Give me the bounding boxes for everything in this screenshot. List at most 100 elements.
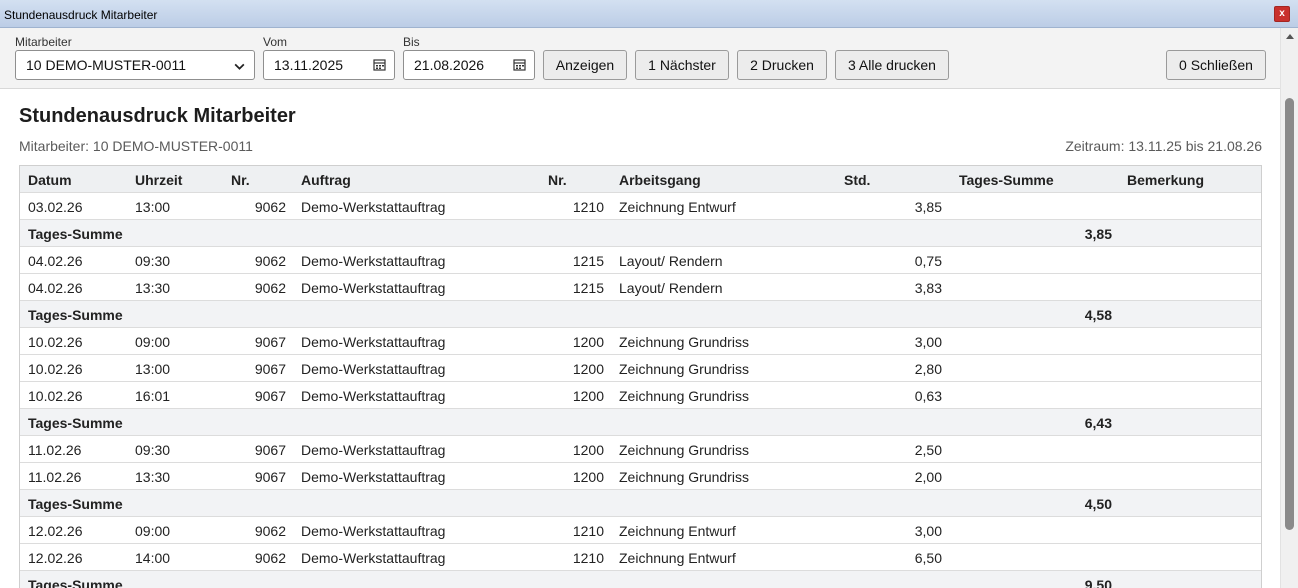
col-tages-summe: Tages-Summe: [959, 172, 1054, 188]
cell-datum: 10.02.26: [28, 361, 83, 377]
cell-nr: 9067: [254, 334, 286, 350]
cell-datum: 12.02.26: [28, 523, 83, 539]
cell-ag-nr: 1200: [572, 361, 604, 377]
cell-datum: 11.02.26: [28, 469, 82, 485]
cell-ag-nr: 1200: [572, 388, 604, 404]
chevron-down-icon: [234, 63, 245, 70]
cell-ag-nr: 1210: [572, 199, 604, 215]
cell-std: 3,00: [914, 523, 942, 539]
cell-uhrzeit: 09:30: [135, 442, 171, 458]
close-icon: x: [1279, 8, 1285, 19]
cell-nr: 9067: [254, 388, 286, 404]
calendar-icon[interactable]: [513, 58, 526, 71]
day-sum-row[interactable]: Tages-Summe 3,85: [20, 220, 1261, 247]
cell-std: 2,00: [914, 469, 942, 485]
day-sum-row[interactable]: Tages-Summe 4,50: [20, 490, 1261, 517]
show-button[interactable]: Anzeigen: [543, 50, 627, 80]
cell-arbeitsgang: Zeichnung Entwurf: [619, 199, 736, 215]
cell-datum: 10.02.26: [28, 334, 83, 350]
cell-auftrag: Demo-Werkstattauftrag: [301, 280, 446, 296]
cell-std: 3,00: [914, 334, 942, 350]
cell-uhrzeit: 09:00: [135, 523, 171, 539]
table-row[interactable]: 10.02.26 16:01 9067 Demo-Werkstattauftrag 12…: [20, 382, 1261, 409]
cell-auftrag: Demo-Werkstattauftrag: [301, 334, 446, 350]
cell-nr: 9062: [254, 280, 286, 296]
day-sum-value: 4,50: [1084, 496, 1112, 512]
col-datum: Datum: [28, 172, 72, 188]
cell-std: 3,83: [914, 280, 942, 296]
table-row[interactable]: 11.02.26 13:30 9067 Demo-Werkstattauftrag 12…: [20, 463, 1261, 490]
day-sum-value: 6,43: [1084, 415, 1112, 431]
cell-nr: 9062: [254, 253, 286, 269]
day-sum-value: 4,58: [1084, 307, 1112, 323]
cell-nr: 9067: [254, 442, 286, 458]
day-sum-row[interactable]: Tages-Summe 4,58: [20, 301, 1261, 328]
cell-arbeitsgang: Layout/ Rendern: [619, 280, 723, 296]
cell-auftrag: Demo-Werkstattauftrag: [301, 469, 446, 485]
cell-arbeitsgang: Zeichnung Entwurf: [619, 523, 736, 539]
day-sum-value: 3,85: [1084, 226, 1112, 242]
calendar-icon[interactable]: [373, 58, 386, 71]
day-sum-label: Tages-Summe: [28, 577, 123, 588]
report-area: Stundenausdruck Mitarbeiter Mitarbeiter:…: [0, 90, 1280, 588]
cell-nr: 9062: [254, 199, 286, 215]
cell-std: 3,85: [914, 199, 942, 215]
day-sum-row[interactable]: Tages-Summe 6,43: [20, 409, 1261, 436]
print-button[interactable]: 2 Drucken: [737, 50, 827, 80]
cell-std: 2,80: [914, 361, 942, 377]
col-nr: Nr.: [231, 172, 250, 188]
cell-ag-nr: 1210: [572, 550, 604, 566]
window-close-button[interactable]: x: [1274, 6, 1290, 22]
employee-select[interactable]: 10 DEMO-MUSTER-0011: [15, 50, 255, 80]
employee-label: Mitarbeiter: [15, 35, 72, 49]
hours-table: Datum Uhrzeit Nr. Auftrag Nr. Arbeitsgan…: [19, 165, 1262, 588]
table-row[interactable]: 10.02.26 09:00 9067 Demo-Werkstattauftrag 12…: [20, 328, 1261, 355]
cell-ag-nr: 1200: [572, 442, 604, 458]
col-arbeitsgang: Arbeitsgang: [619, 172, 701, 188]
cell-uhrzeit: 13:30: [135, 280, 171, 296]
window-title: Stundenausdruck Mitarbeiter: [4, 8, 158, 22]
from-date-label: Vom: [263, 35, 288, 49]
cell-arbeitsgang: Zeichnung Grundriss: [619, 361, 749, 377]
cell-nr: 9067: [254, 469, 286, 485]
cell-arbeitsgang: Zeichnung Grundriss: [619, 334, 749, 350]
cell-uhrzeit: 09:00: [135, 334, 171, 350]
next-button[interactable]: 1 Nächster: [635, 50, 729, 80]
employee-select-value: 10 DEMO-MUSTER-0011: [26, 57, 187, 73]
table-row[interactable]: 04.02.26 09:30 9062 Demo-Werkstattauftrag 12…: [20, 247, 1261, 274]
from-date-input[interactable]: 13.11.2025: [263, 50, 395, 80]
table-row[interactable]: 11.02.26 09:30 9067 Demo-Werkstattauftrag 12…: [20, 436, 1261, 463]
cell-std: 0,75: [914, 253, 942, 269]
day-sum-label: Tages-Summe: [28, 415, 123, 431]
scroll-up-icon[interactable]: [1286, 34, 1294, 39]
cell-ag-nr: 1200: [572, 334, 604, 350]
table-row[interactable]: 04.02.26 13:30 9062 Demo-Werkstattauftrag 12…: [20, 274, 1261, 301]
table-row[interactable]: 12.02.26 09:00 9062 Demo-Werkstattauftrag 12…: [20, 517, 1261, 544]
vertical-scrollbar[interactable]: [1280, 28, 1298, 588]
close-dialog-button[interactable]: 0 Schließen: [1166, 50, 1266, 80]
to-date-input[interactable]: 21.08.2026: [403, 50, 535, 80]
cell-datum: 12.02.26: [28, 550, 83, 566]
scrollbar-thumb[interactable]: [1285, 98, 1294, 530]
table-row[interactable]: 12.02.26 14:00 9062 Demo-Werkstattauftrag 12…: [20, 544, 1261, 571]
cell-std: 6,50: [914, 550, 942, 566]
cell-datum: 11.02.26: [28, 442, 82, 458]
day-sum-row[interactable]: Tages-Summe 9,50: [20, 571, 1261, 588]
day-sum-label: Tages-Summe: [28, 307, 123, 323]
cell-arbeitsgang: Zeichnung Entwurf: [619, 550, 736, 566]
day-sum-value: 9,50: [1084, 577, 1112, 588]
cell-auftrag: Demo-Werkstattauftrag: [301, 442, 446, 458]
table-header: Datum Uhrzeit Nr. Auftrag Nr. Arbeitsgan…: [20, 166, 1261, 193]
print-all-button[interactable]: 3 Alle drucken: [835, 50, 949, 80]
table-row[interactable]: 03.02.26 13:00 9062 Demo-Werkstattauftrag 12…: [20, 193, 1261, 220]
cell-uhrzeit: 14:00: [135, 550, 171, 566]
col-uhrzeit: Uhrzeit: [135, 172, 183, 188]
cell-auftrag: Demo-Werkstattauftrag: [301, 550, 446, 566]
cell-datum: 04.02.26: [28, 280, 83, 296]
cell-auftrag: Demo-Werkstattauftrag: [301, 199, 446, 215]
day-sum-label: Tages-Summe: [28, 226, 123, 242]
col-ag-nr: Nr.: [548, 172, 567, 188]
table-row[interactable]: 10.02.26 13:00 9067 Demo-Werkstattauftrag 12…: [20, 355, 1261, 382]
cell-arbeitsgang: Layout/ Rendern: [619, 253, 723, 269]
report-title: Stundenausdruck Mitarbeiter: [19, 105, 296, 127]
